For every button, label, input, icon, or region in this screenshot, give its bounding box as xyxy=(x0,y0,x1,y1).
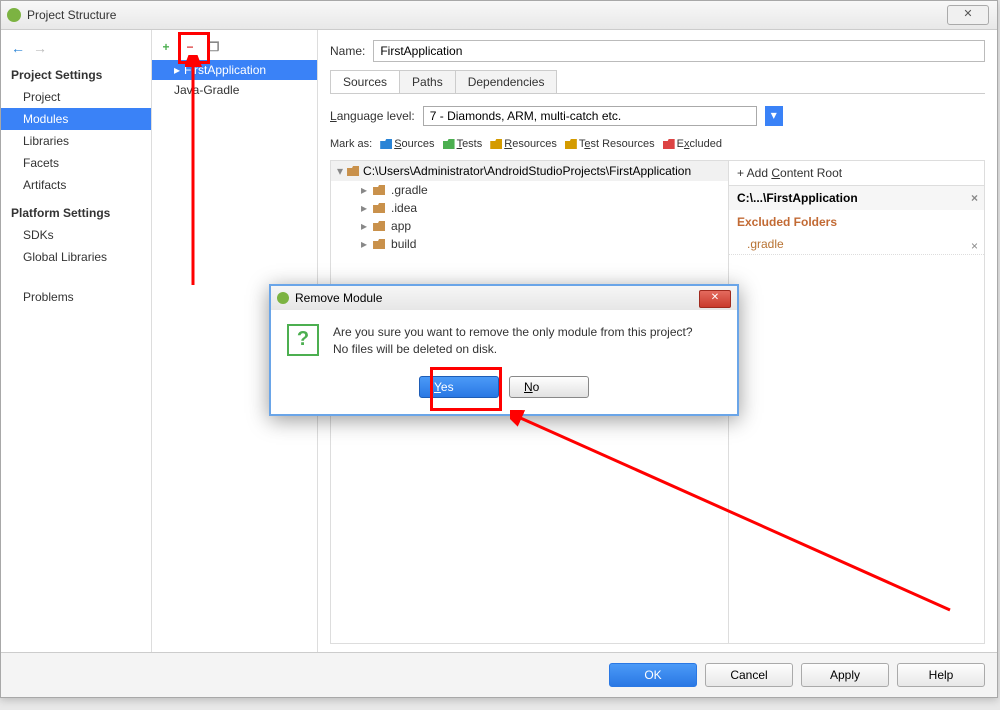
module-icon: ▸ xyxy=(174,63,180,77)
mark-resources[interactable]: Resources xyxy=(490,138,557,150)
help-button[interactable]: Help xyxy=(897,663,985,687)
ok-button[interactable]: OK xyxy=(609,663,697,687)
dialog-footer: OK Cancel Apply Help xyxy=(1,652,997,697)
titlebar: Project Structure ✕ xyxy=(1,1,997,30)
language-level-select[interactable]: 7 - Diamonds, ARM, multi-catch etc. xyxy=(423,106,757,126)
excluded-item-gradle[interactable]: .gradle× xyxy=(729,234,984,255)
module-tabs: Sources Paths Dependencies xyxy=(330,70,985,94)
excluded-folders-header: Excluded Folders xyxy=(729,210,984,234)
nav-global-libraries[interactable]: Global Libraries xyxy=(1,246,151,268)
remove-module-dialog: Remove Module ✕ ? Are you sure you want … xyxy=(269,284,739,416)
caret-right-icon: ▸ xyxy=(361,183,367,197)
module-java-gradle[interactable]: Java-Gradle xyxy=(152,80,317,100)
caret-right-icon: ▸ xyxy=(361,237,367,251)
folder-icon xyxy=(565,139,577,149)
dialog-titlebar: Remove Module ✕ xyxy=(271,286,737,310)
caret-down-icon: ▾ xyxy=(337,164,343,178)
folder-idea[interactable]: ▸.idea xyxy=(331,199,728,217)
mark-as-row: Mark as: Sources Tests Resources Test Re… xyxy=(330,138,985,150)
mark-sources[interactable]: Sources xyxy=(380,138,434,150)
folder-icon xyxy=(373,185,385,195)
remove-module-button[interactable]: − xyxy=(180,37,200,57)
yes-button[interactable]: Yes xyxy=(419,376,499,398)
folder-icon xyxy=(380,139,392,149)
tab-paths[interactable]: Paths xyxy=(399,70,456,93)
nav-project[interactable]: Project xyxy=(1,86,151,108)
cancel-button[interactable]: Cancel xyxy=(705,663,793,687)
nav-libraries[interactable]: Libraries xyxy=(1,130,151,152)
app-icon xyxy=(7,8,21,22)
folder-icon xyxy=(443,139,455,149)
folder-icon xyxy=(373,221,385,231)
folder-icon xyxy=(490,139,502,149)
no-button[interactable]: No xyxy=(509,376,589,398)
folder-icon xyxy=(347,166,359,176)
apply-button[interactable]: Apply xyxy=(801,663,889,687)
dialog-icon xyxy=(277,292,289,304)
window-title: Project Structure xyxy=(27,8,116,22)
content-root-path[interactable]: C:\...\FirstApplication× xyxy=(729,186,984,210)
folder-build[interactable]: ▸build xyxy=(331,235,728,253)
section-platform-settings: Platform Settings xyxy=(1,202,151,224)
forward-arrow[interactable]: → xyxy=(33,40,47,56)
folder-icon xyxy=(663,139,675,149)
mark-excluded[interactable]: Excluded xyxy=(663,138,722,150)
folder-icon xyxy=(373,239,385,249)
language-level-dropdown-button[interactable]: ▾ xyxy=(765,106,783,126)
nav-problems[interactable]: Problems xyxy=(1,286,151,308)
folder-app[interactable]: ▸app xyxy=(331,217,728,235)
content-root-node[interactable]: ▾C:\Users\Administrator\AndroidStudioPro… xyxy=(331,161,728,181)
tab-dependencies[interactable]: Dependencies xyxy=(455,70,558,93)
dialog-title: Remove Module xyxy=(295,291,382,305)
folder-gradle[interactable]: ▸.gradle xyxy=(331,181,728,199)
dialog-close-button[interactable]: ✕ xyxy=(699,290,731,308)
dialog-message: Are you sure you want to remove the only… xyxy=(333,324,693,358)
add-module-button[interactable]: + xyxy=(156,37,176,57)
nav-artifacts[interactable]: Artifacts xyxy=(1,174,151,196)
mark-test-resources[interactable]: Test Resources xyxy=(565,138,655,150)
nav-facets[interactable]: Facets xyxy=(1,152,151,174)
question-icon: ? xyxy=(287,324,319,356)
content-roots-pane: + Add Content Root C:\...\FirstApplicati… xyxy=(728,161,984,643)
tab-sources[interactable]: Sources xyxy=(330,70,400,93)
name-label: Name: xyxy=(330,44,365,58)
add-content-root-button[interactable]: + Add Content Root xyxy=(729,161,984,186)
settings-sidebar: ← → Project Settings Project Modules Lib… xyxy=(1,30,152,654)
nav-sdks[interactable]: SDKs xyxy=(1,224,151,246)
copy-module-button[interactable]: ❐ xyxy=(204,37,224,57)
remove-content-root-icon[interactable]: × xyxy=(971,191,978,205)
module-firstapplication[interactable]: ▸FirstApplication xyxy=(152,60,317,80)
caret-right-icon: ▸ xyxy=(361,219,367,233)
module-name-input[interactable] xyxy=(373,40,985,62)
section-project-settings: Project Settings xyxy=(1,64,151,86)
mark-tests[interactable]: Tests xyxy=(443,138,483,150)
nav-modules[interactable]: Modules xyxy=(1,108,151,130)
folder-icon xyxy=(373,203,385,213)
language-level-label: Language level: xyxy=(330,109,415,123)
back-arrow[interactable]: ← xyxy=(11,40,25,56)
mark-as-label: Mark as: xyxy=(330,138,372,150)
caret-right-icon: ▸ xyxy=(361,201,367,215)
remove-excluded-icon[interactable]: × xyxy=(971,239,978,253)
window-close-button[interactable]: ✕ xyxy=(947,5,989,25)
